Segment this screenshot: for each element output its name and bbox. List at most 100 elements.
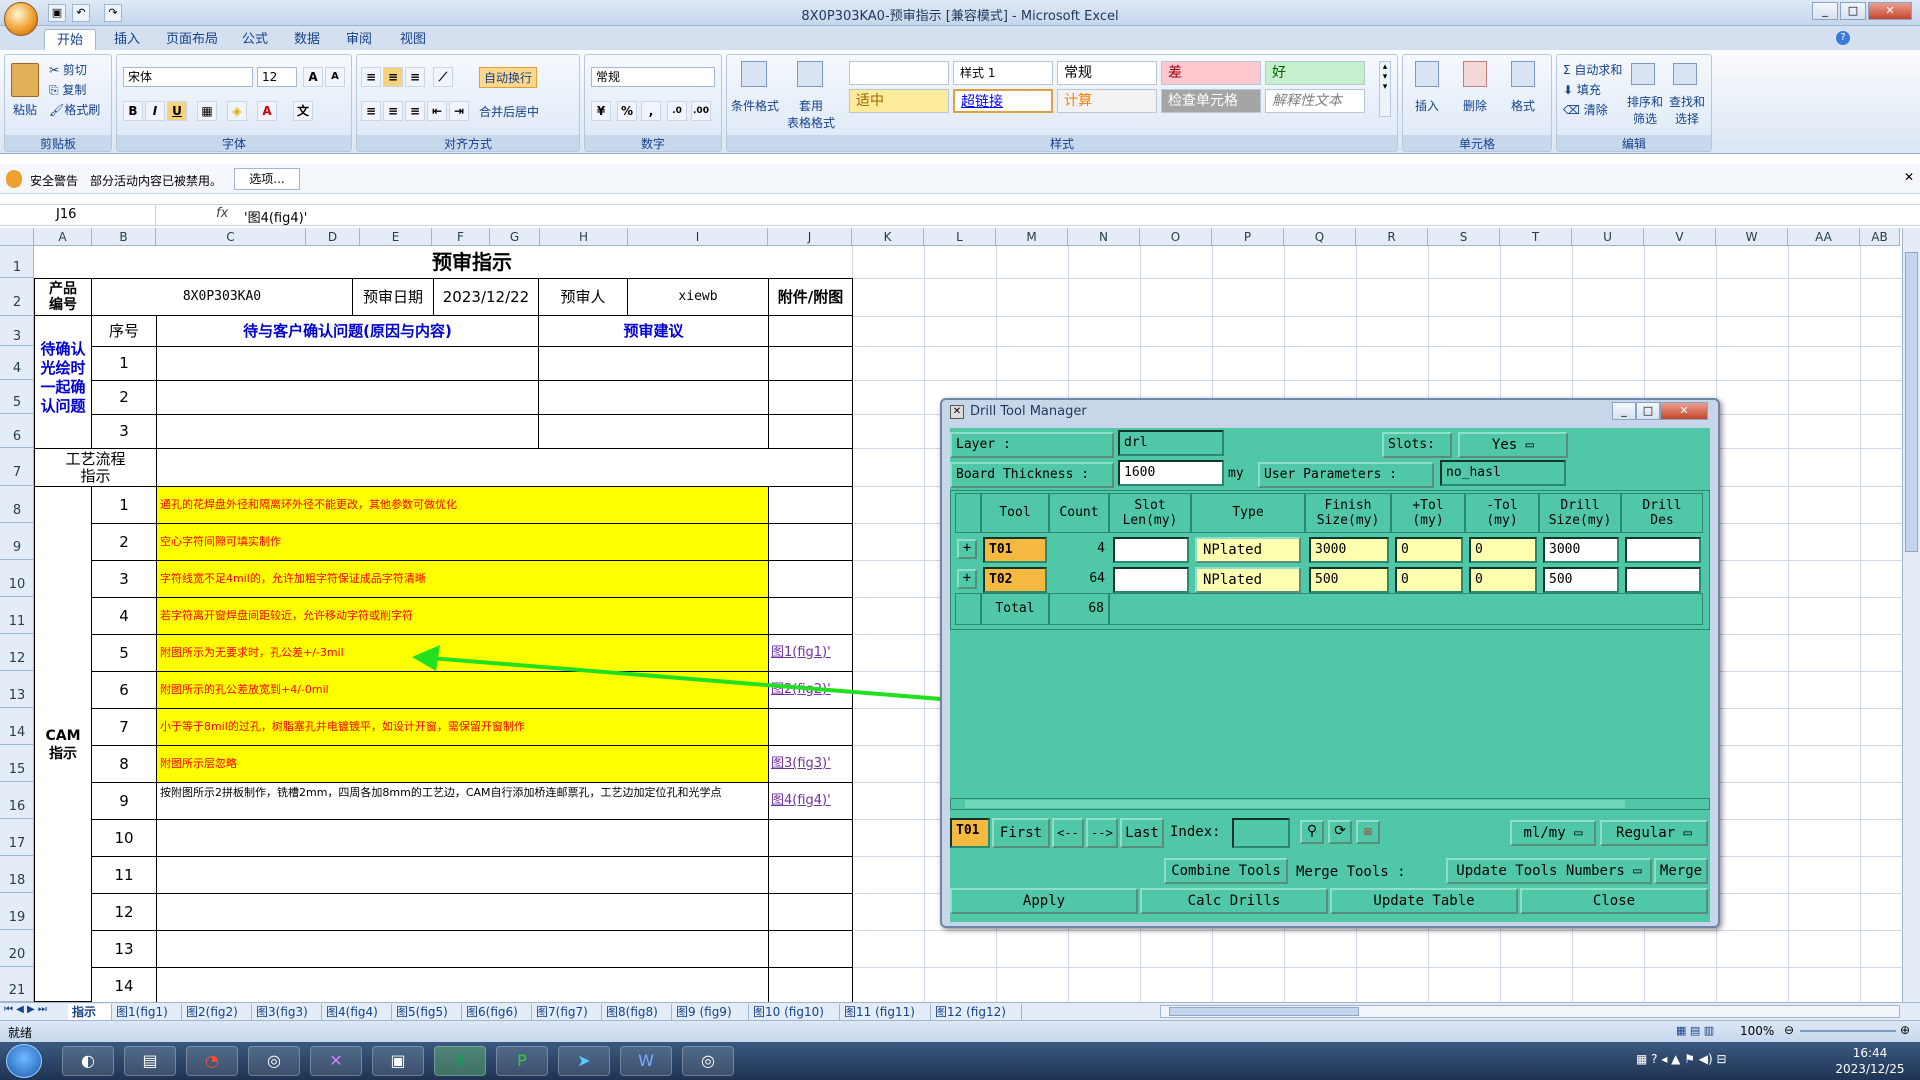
- drill-des-field[interactable]: [1625, 537, 1701, 563]
- attachment-link[interactable]: 图4(fig4)': [768, 782, 853, 820]
- tab-review[interactable]: 审阅: [334, 29, 384, 50]
- drill-des-field[interactable]: [1625, 567, 1701, 593]
- column-header[interactable]: J: [768, 228, 852, 246]
- office-button[interactable]: [4, 2, 38, 36]
- row-header[interactable]: 19: [0, 893, 34, 930]
- row-header[interactable]: 10: [0, 560, 34, 597]
- italic-icon[interactable]: I: [145, 101, 165, 121]
- row-header[interactable]: 7: [0, 448, 34, 486]
- plus-tol-field[interactable]: 0: [1395, 537, 1463, 563]
- column-header[interactable]: L: [924, 228, 996, 246]
- undo-icon[interactable]: ↶: [72, 4, 90, 22]
- sheet-tab[interactable]: 图2(fig2): [182, 1004, 252, 1020]
- slot-length-field[interactable]: [1113, 537, 1189, 563]
- cam-instruction-text[interactable]: 若字符离开窗焊盘间距较近，允许移动字符或削字符: [156, 597, 769, 635]
- help-icon[interactable]: ?: [1836, 31, 1850, 45]
- suggestion-cell[interactable]: [538, 346, 769, 381]
- border-icon[interactable]: ▦: [197, 101, 217, 121]
- finish-size-field[interactable]: 3000: [1309, 537, 1389, 563]
- style-cell-explanatory[interactable]: 解释性文本: [1265, 89, 1365, 113]
- sheet-tab[interactable]: 图3(fig3): [252, 1004, 322, 1020]
- word-icon[interactable]: W: [620, 1046, 672, 1076]
- row-header[interactable]: 5: [0, 380, 34, 414]
- number-format-select[interactable]: 常规: [591, 67, 715, 87]
- dialog-close-button[interactable]: ✕: [1660, 402, 1708, 420]
- column-header[interactable]: S: [1428, 228, 1500, 246]
- column-header[interactable]: R: [1356, 228, 1428, 246]
- column-header[interactable]: N: [1068, 228, 1140, 246]
- align-bottom-icon[interactable]: ≡: [405, 67, 425, 87]
- cam-instruction-text[interactable]: [156, 930, 769, 968]
- p-app-icon[interactable]: P: [496, 1046, 548, 1076]
- zoom-in-icon[interactable]: ⊕: [1900, 1023, 1910, 1037]
- row-header[interactable]: 13: [0, 671, 34, 708]
- issue-cell[interactable]: [156, 346, 539, 381]
- font-size-select[interactable]: 12: [257, 67, 297, 87]
- column-header[interactable]: V: [1644, 228, 1716, 246]
- tab-formulas[interactable]: 公式: [230, 29, 280, 50]
- font-name-select[interactable]: 宋体: [123, 67, 253, 87]
- merge-center-button[interactable]: 合并后居中: [479, 103, 539, 120]
- attachment-link[interactable]: [768, 856, 853, 894]
- fill-button[interactable]: ⬇ 填充: [1563, 81, 1601, 98]
- column-header[interactable]: B: [92, 228, 156, 246]
- row-header[interactable]: 14: [0, 708, 34, 745]
- select-all-corner[interactable]: [0, 228, 34, 246]
- type-select[interactable]: NPlated: [1195, 567, 1301, 593]
- close-dialog-button[interactable]: Close: [1520, 888, 1708, 914]
- delete-cells-button[interactable]: 删除: [1463, 97, 1487, 114]
- save-disk-icon[interactable]: ▣: [372, 1046, 424, 1076]
- cut-button[interactable]: ✂ 剪切: [49, 61, 87, 78]
- phonetic-icon[interactable]: 文: [293, 101, 313, 121]
- style-cell-bad[interactable]: 差: [1161, 61, 1261, 85]
- horizontal-scroll-thumb[interactable]: [1169, 1007, 1359, 1016]
- column-header[interactable]: P: [1212, 228, 1284, 246]
- close-security-icon[interactable]: ✕: [1904, 170, 1914, 184]
- view-mode-icons[interactable]: ▦ ▤ ▥: [1676, 1024, 1714, 1037]
- indent-increase-icon[interactable]: ⇥: [449, 101, 469, 121]
- wrap-text-button[interactable]: 自动换行: [479, 67, 538, 88]
- indent-decrease-icon[interactable]: ⇤: [427, 101, 447, 121]
- dialog-maximize-button[interactable]: □: [1636, 402, 1660, 420]
- last-button[interactable]: Last: [1120, 818, 1164, 848]
- decrease-decimal-icon[interactable]: .00: [691, 101, 711, 121]
- style-cell-normal[interactable]: 常规: [1057, 61, 1157, 85]
- cam-instruction-text[interactable]: 字符线宽不足4mil的，允许加粗字符保证成品字符清晰: [156, 560, 769, 598]
- sheet-tab[interactable]: 图12 (fig12): [931, 1004, 1022, 1020]
- style-cell-good[interactable]: 好: [1265, 61, 1365, 85]
- clear-button[interactable]: ⌫ 清除: [1563, 101, 1608, 118]
- tab-home[interactable]: 开始: [44, 29, 97, 50]
- column-header[interactable]: U: [1572, 228, 1644, 246]
- attachment-cell[interactable]: [768, 315, 853, 347]
- attachment-link[interactable]: [768, 893, 853, 931]
- cam-instruction-text[interactable]: [156, 967, 769, 1005]
- update-table-button[interactable]: Update Table: [1330, 888, 1518, 914]
- format-painter-button[interactable]: 🖌格式刷: [49, 101, 100, 118]
- styles-more-icon[interactable]: ▴ ▾ ▾: [1379, 61, 1391, 117]
- tab-insert[interactable]: 插入: [102, 29, 152, 50]
- sheet-tab[interactable]: 图9 (fig9): [672, 1004, 749, 1020]
- units-select[interactable]: ml/my ▭: [1510, 820, 1596, 846]
- name-box[interactable]: J16: [0, 205, 156, 225]
- sheet-tab[interactable]: 图10 (fig10): [749, 1004, 840, 1020]
- review-date-value[interactable]: 2023/12/22: [433, 278, 539, 316]
- autosum-button[interactable]: Σ 自动求和: [1563, 61, 1622, 78]
- align-left-icon[interactable]: ≡: [361, 101, 381, 121]
- drill-size-field[interactable]: 3000: [1543, 537, 1619, 563]
- board-thickness-field[interactable]: 1600: [1118, 460, 1224, 486]
- shell-app-icon[interactable]: ◐: [62, 1046, 114, 1076]
- table-hscrollbar[interactable]: [950, 798, 1710, 810]
- align-center-icon[interactable]: ≡: [383, 101, 403, 121]
- zoom-slider[interactable]: [1800, 1030, 1896, 1032]
- cam-instruction-text[interactable]: 按附图所示2拼板制作，铣槽2mm，四周各加8mm的工艺边，CAM自行添加桥连邮票…: [156, 782, 769, 820]
- genesis-app-icon[interactable]: ◎: [248, 1046, 300, 1076]
- increase-decimal-icon[interactable]: .0: [667, 101, 687, 121]
- clock-time[interactable]: 16:44: [1830, 1046, 1910, 1060]
- orientation-icon[interactable]: ⟋: [433, 67, 453, 87]
- column-header[interactable]: E: [360, 228, 432, 246]
- font-color-icon[interactable]: A: [257, 101, 277, 121]
- align-middle-icon[interactable]: ≡: [383, 67, 403, 87]
- red-app-icon[interactable]: ◔: [186, 1046, 238, 1076]
- attachment-cell[interactable]: [768, 414, 853, 449]
- next-button[interactable]: -->: [1086, 818, 1118, 848]
